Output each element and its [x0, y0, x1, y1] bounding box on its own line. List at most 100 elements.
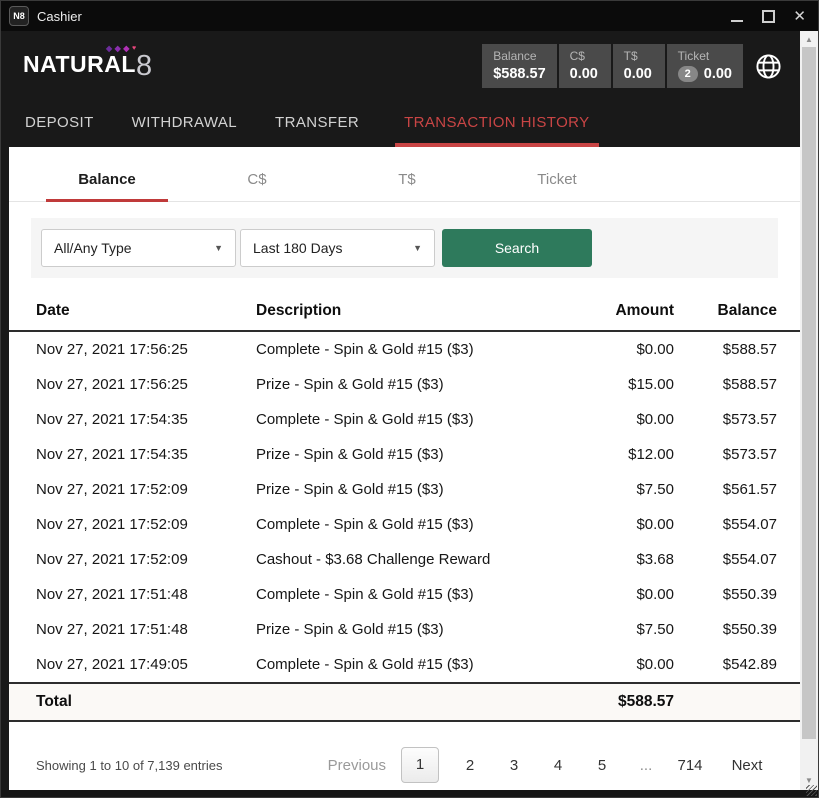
transaction-table: Date Description Amount Balance Nov 27, … — [9, 292, 800, 722]
main-area: ◆◆◆♥ NATURAL8 Balance $588.57 C$ 0.00 — [1, 31, 800, 790]
cell-balance: $542.89 — [674, 656, 777, 673]
resize-grip[interactable] — [806, 785, 817, 796]
cell-amount: $0.00 — [564, 586, 674, 603]
table-row: Nov 27, 2021 17:51:48 Complete - Spin & … — [9, 577, 800, 612]
scrollbar-thumb[interactable] — [802, 47, 816, 739]
minimize-icon[interactable] — [731, 10, 744, 23]
cell-date: Nov 27, 2021 17:52:09 — [36, 481, 256, 498]
wallet-ticket-label: Ticket — [678, 49, 732, 63]
cell-date: Nov 27, 2021 17:56:25 — [36, 341, 256, 358]
page-button-714[interactable]: 714 — [675, 757, 705, 774]
type-filter-value: All/Any Type — [54, 240, 132, 256]
subtab-ticket[interactable]: Ticket — [482, 161, 632, 201]
cell-balance: $561.57 — [674, 481, 777, 498]
pagination-bar: Showing 1 to 10 of 7,139 entries Previou… — [9, 740, 800, 790]
cell-description: Prize - Spin & Gold #15 ($3) — [256, 446, 564, 463]
cell-balance: $554.07 — [674, 551, 777, 568]
total-label: Total — [36, 693, 564, 711]
wallet-cdollar-value: 0.00 — [570, 66, 600, 82]
logo-text: NATURAL — [23, 51, 136, 77]
wallet-tdollar-value: 0.00 — [624, 66, 654, 82]
globe-icon[interactable] — [755, 53, 782, 80]
tab-transfer[interactable]: TRANSFER — [273, 106, 361, 147]
cell-amount: $0.00 — [564, 516, 674, 533]
page-button-2[interactable]: 2 — [455, 757, 485, 774]
title-bar: N8 Cashier ✕ — [1, 1, 818, 31]
cell-description: Prize - Spin & Gold #15 ($3) — [256, 376, 564, 393]
cell-amount: $12.00 — [564, 446, 674, 463]
page-ellipsis: ... — [631, 757, 661, 774]
cell-amount: $0.00 — [564, 341, 674, 358]
tab-transaction-history[interactable]: TRANSACTION HISTORY — [395, 106, 598, 147]
wallet-box-tdollar: T$ 0.00 — [613, 44, 665, 88]
table-header-row: Date Description Amount Balance — [9, 292, 800, 332]
cell-description: Prize - Spin & Gold #15 ($3) — [256, 481, 564, 498]
ticket-count-badge: 2 — [678, 66, 698, 82]
table-row: Nov 27, 2021 17:52:09 Cashout - $3.68 Ch… — [9, 542, 800, 577]
cell-amount: $0.00 — [564, 411, 674, 428]
vertical-scrollbar[interactable]: ▲ ▼ — [800, 31, 818, 790]
close-icon[interactable]: ✕ — [793, 10, 806, 23]
cell-description: Complete - Spin & Gold #15 ($3) — [256, 341, 564, 358]
subtab-tdollar[interactable]: T$ — [332, 161, 482, 201]
cell-description: Cashout - $3.68 Challenge Reward — [256, 551, 564, 568]
cell-description: Prize - Spin & Gold #15 ($3) — [256, 621, 564, 638]
table-row: Nov 27, 2021 17:54:35 Complete - Spin & … — [9, 402, 800, 437]
cell-amount: $7.50 — [564, 481, 674, 498]
page-button-1[interactable]: 1 — [401, 747, 439, 783]
table-row: Nov 27, 2021 17:56:25 Prize - Spin & Gol… — [9, 367, 800, 402]
tab-withdrawal[interactable]: WITHDRAWAL — [130, 106, 239, 147]
cell-balance: $573.57 — [674, 446, 777, 463]
cell-date: Nov 27, 2021 17:54:35 — [36, 446, 256, 463]
table-row: Nov 27, 2021 17:56:25 Complete - Spin & … — [9, 332, 800, 367]
type-filter-select[interactable]: All/Any Type ▼ — [41, 229, 236, 267]
wallet-ticket-value: 0.00 — [704, 66, 732, 82]
previous-page-button[interactable]: Previous — [328, 757, 386, 774]
tab-deposit[interactable]: DEPOSIT — [23, 106, 96, 147]
natural8-logo: ◆◆◆♥ NATURAL8 — [23, 52, 153, 81]
cell-amount: $15.00 — [564, 376, 674, 393]
cell-description: Complete - Spin & Gold #15 ($3) — [256, 656, 564, 673]
cell-date: Nov 27, 2021 17:52:09 — [36, 516, 256, 533]
wallet-tdollar-label: T$ — [624, 49, 654, 63]
cell-balance: $588.57 — [674, 376, 777, 393]
next-page-button[interactable]: Next — [718, 757, 776, 774]
col-header-description: Description — [256, 302, 564, 320]
window-title: Cashier — [37, 9, 723, 24]
cell-date: Nov 27, 2021 17:52:09 — [36, 551, 256, 568]
subtab-cdollar[interactable]: C$ — [182, 161, 332, 201]
cell-amount: $7.50 — [564, 621, 674, 638]
window-controls: ✕ — [731, 10, 806, 23]
cell-date: Nov 27, 2021 17:56:25 — [36, 376, 256, 393]
wallet-balance-label: Balance — [493, 49, 545, 63]
period-filter-select[interactable]: Last 180 Days ▼ — [240, 229, 435, 267]
cashier-header: ◆◆◆♥ NATURAL8 Balance $588.57 C$ 0.00 — [1, 31, 800, 147]
total-value: $588.57 — [564, 693, 674, 711]
page-button-4[interactable]: 4 — [543, 757, 573, 774]
search-button[interactable]: Search — [442, 229, 592, 267]
cell-amount: $0.00 — [564, 656, 674, 673]
col-header-balance: Balance — [674, 302, 777, 320]
cell-balance: $550.39 — [674, 621, 777, 638]
maximize-icon[interactable] — [762, 10, 775, 23]
wallet-balance-value: $588.57 — [493, 66, 545, 82]
table-row: Nov 27, 2021 17:51:48 Prize - Spin & Gol… — [9, 612, 800, 647]
total-row: Total $588.57 — [9, 682, 800, 722]
table-row: Nov 27, 2021 17:54:35 Prize - Spin & Gol… — [9, 437, 800, 472]
page-button-5[interactable]: 5 — [587, 757, 617, 774]
currency-subtabs: Balance C$ T$ Ticket — [9, 147, 800, 202]
chevron-down-icon: ▼ — [413, 243, 422, 253]
cell-balance: $588.57 — [674, 341, 777, 358]
logo-dots-decoration: ◆◆◆♥ — [106, 45, 137, 53]
wallet-box-balance: Balance $588.57 — [482, 44, 556, 88]
page-button-3[interactable]: 3 — [499, 757, 529, 774]
wallet-cdollar-label: C$ — [570, 49, 600, 63]
col-header-date: Date — [36, 302, 256, 320]
subtab-balance[interactable]: Balance — [32, 161, 182, 201]
transaction-history-panel: Balance C$ T$ Ticket All/Any Type ▼ Last… — [9, 147, 800, 790]
wallet-summary: Balance $588.57 C$ 0.00 T$ 0.00 Ticket — [482, 44, 743, 88]
cell-balance: $573.57 — [674, 411, 777, 428]
table-row: Nov 27, 2021 17:49:05 Complete - Spin & … — [9, 647, 800, 682]
scroll-up-icon[interactable]: ▲ — [800, 35, 818, 45]
main-nav: DEPOSIT WITHDRAWAL TRANSFER TRANSACTION … — [1, 106, 800, 147]
